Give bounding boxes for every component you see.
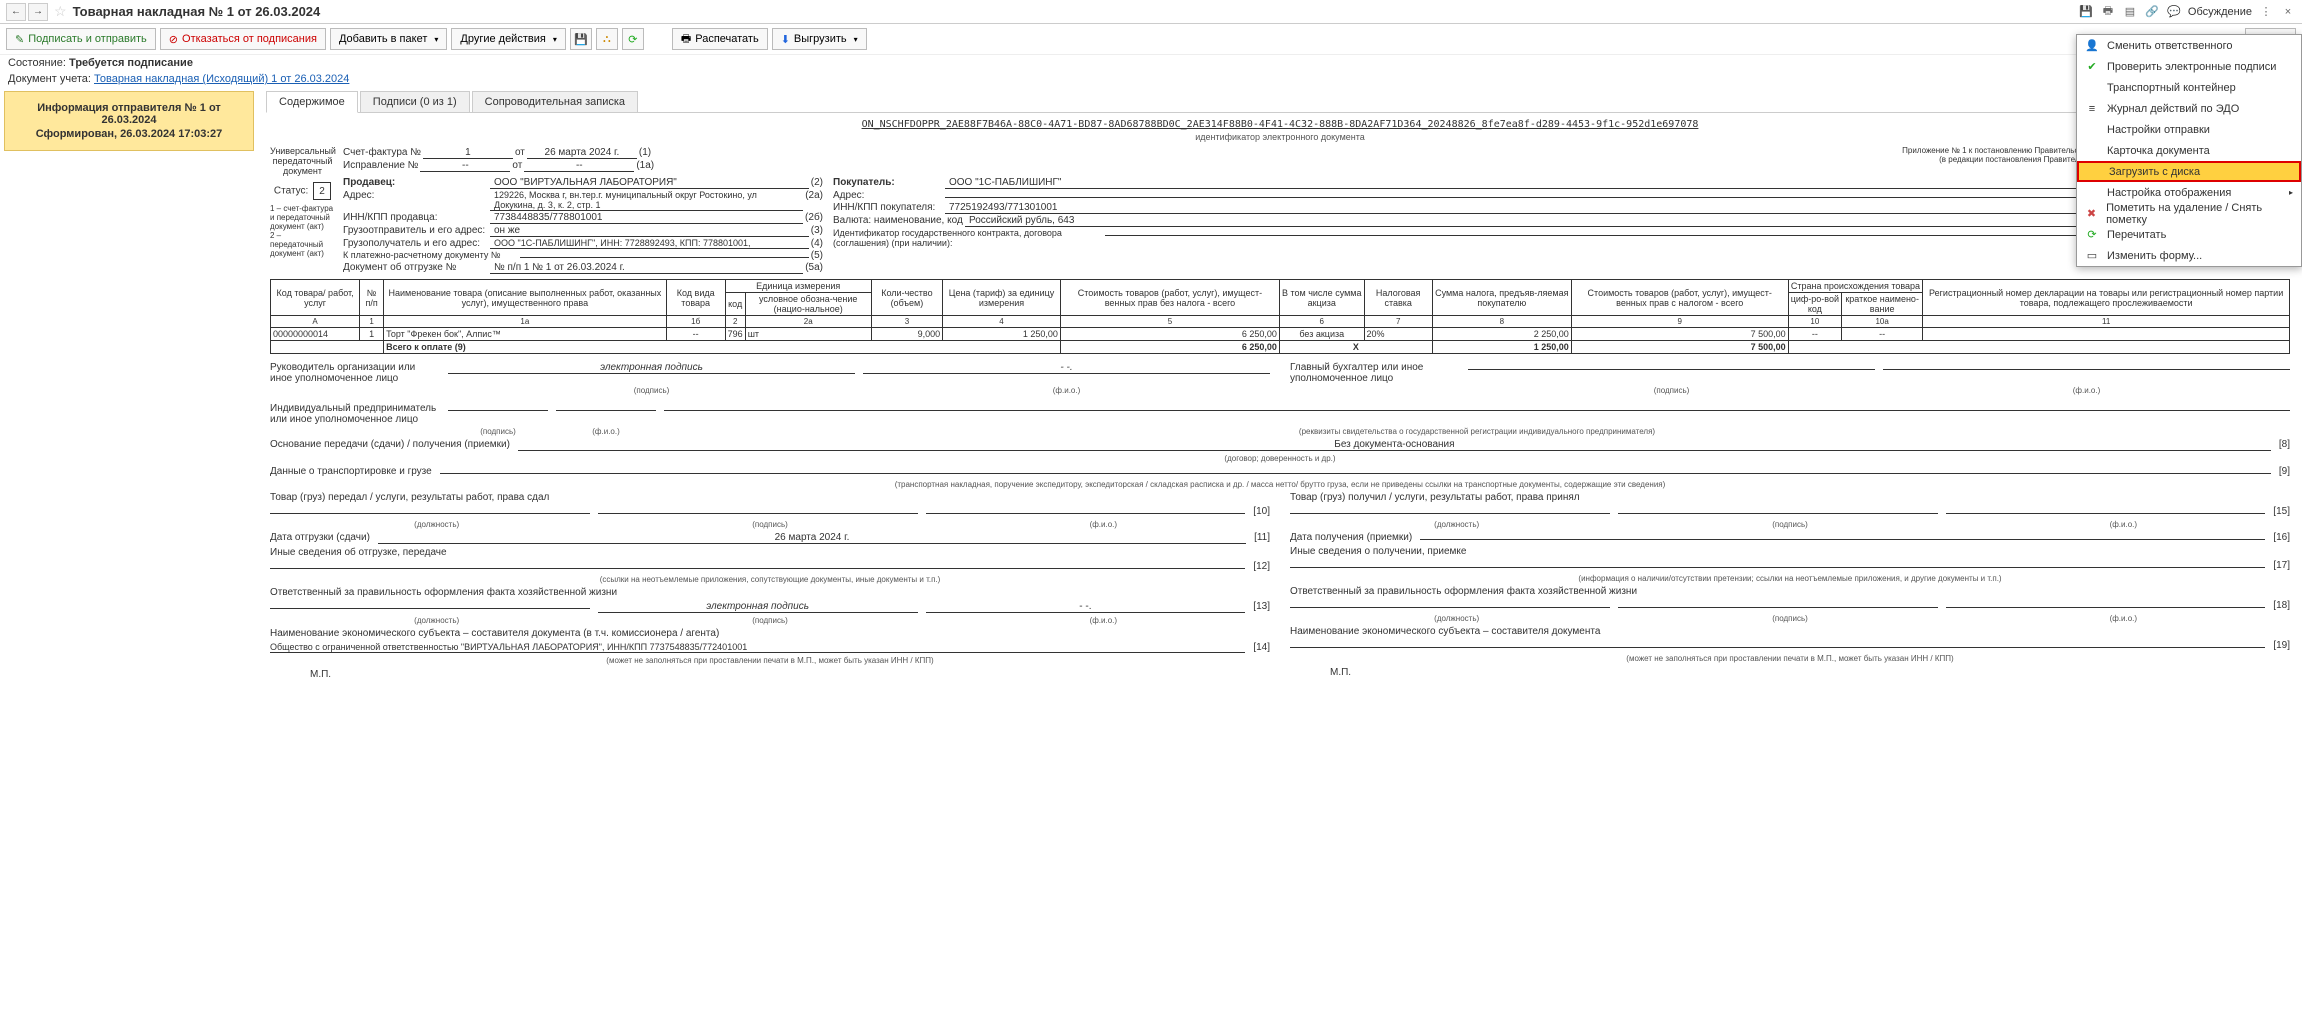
print-button[interactable]: 🖶Распечатать [672,28,768,50]
user-icon: 👤 [2085,39,2099,52]
hierarchy-icon[interactable]: ⛬ [596,28,618,50]
doc-id-caption: идентификатор электронного документа [266,132,2294,142]
discussion-icon[interactable]: 💬 [2166,4,2182,20]
refresh-icon[interactable]: ⟳ [622,28,644,50]
close-icon[interactable]: × [2280,4,2296,20]
export-button[interactable]: ⬇Выгрузить [772,28,867,50]
reject-icon: ⊘ [169,33,178,46]
chevron-right-icon: ▸ [2289,188,2293,197]
list-icon: ≡ [2085,103,2099,115]
printer-icon: 🖶 [681,30,691,49]
other-actions-button[interactable]: Другие действия [451,28,565,50]
favorite-star[interactable]: ☆ [54,3,67,20]
upd-type: Универсальный передаточный документ [270,146,335,176]
menu-transport-container[interactable]: Транспортный контейнер [2077,77,2301,98]
more-icon[interactable]: ⋮ [2258,4,2274,20]
upd-status-note: 1 – счет-фактура и передаточный документ… [270,204,335,258]
state-row: Состояние: Требуется подписание [0,55,2302,71]
menu-check-signatures[interactable]: ✔Проверить электронные подписи [2077,56,2301,77]
tab-note[interactable]: Сопроводительная записка [472,91,638,112]
sign-icon: ✎ [15,33,24,46]
export-icon: ⬇ [781,33,790,46]
menu-mark-delete[interactable]: ✖Пометить на удаление / Снять пометку [2077,203,2301,224]
save-icon[interactable]: 💾 [2078,4,2094,20]
menu-reread[interactable]: ⟳Перечитать [2077,224,2301,245]
refresh-menu-icon: ⟳ [2085,228,2099,241]
menu-send-settings[interactable]: Настройки отправки [2077,119,2301,140]
doc-account-link[interactable]: Товарная накладная (Исходящий) 1 от 26.0… [94,73,349,85]
menu-change-form[interactable]: ▭Изменить форму... [2077,245,2301,266]
status-box: 2 [313,182,331,200]
sign-send-button[interactable]: ✎Подписать и отправить [6,28,156,50]
nav-forward[interactable]: → [28,3,48,21]
menu-load-from-disk[interactable]: Загрузить с диска [2077,161,2301,182]
form-icon: ▭ [2085,249,2099,262]
doc-id: ON_NSCHFDOPPR_2AE88F7B46A-88C0-4A71-BD87… [266,117,2294,132]
check-icon: ✔ [2085,60,2099,73]
sender-info-panel: Информация отправителя № 1 от 26.03.2024… [4,91,254,151]
stamp-left: М.П. [310,669,1270,680]
nav-back[interactable]: ← [6,3,26,21]
tabs: Содержимое Подписи (0 из 1) Сопроводител… [266,91,2294,113]
tab-content[interactable]: Содержимое [266,91,358,113]
menu-doc-card[interactable]: Карточка документа [2077,140,2301,161]
report-icon[interactable]: ▤ [2122,4,2138,20]
tab-signatures[interactable]: Подписи (0 из 1) [360,91,470,112]
total-row: Всего к оплате (9) 6 250,00 X 1 250,00 7… [271,341,2290,354]
menu-display-settings[interactable]: Настройка отображения▸ [2077,182,2301,203]
menu-change-responsible[interactable]: 👤Сменить ответственного [2077,35,2301,56]
delete-icon: ✖ [2085,207,2098,220]
save-action-icon[interactable]: 💾 [570,28,592,50]
link-icon[interactable]: 🔗 [2144,4,2160,20]
stamp-right: М.П. [1330,667,2290,678]
window-title: Товарная накладная № 1 от 26.03.2024 [73,4,2076,19]
content-area: Содержимое Подписи (0 из 1) Сопроводител… [258,87,2302,688]
table-row: 00000000014 1 Торт "Фрекен бок", Алпис™ … [271,328,2290,341]
reject-button[interactable]: ⊘Отказаться от подписания [160,28,326,50]
add-packet-button[interactable]: Добавить в пакет [330,28,447,50]
menu-edo-journal[interactable]: ≡Журнал действий по ЭДО [2077,98,2301,119]
action-bar: ✎Подписать и отправить ⊘Отказаться от по… [0,24,2302,55]
title-bar: ← → ☆ Товарная накладная № 1 от 26.03.20… [0,0,2302,24]
goods-table: Код товара/ работ, услуг № п/п Наименова… [270,279,2290,354]
discussion-label[interactable]: Обсуждение [2188,6,2252,18]
appendix-note: Приложение № 1 к постановлению Правитель… [839,146,2290,173]
context-menu: 👤Сменить ответственного ✔Проверить элект… [2076,34,2302,267]
doc-link-row: Документ учета: Товарная накладная (Исхо… [0,71,2302,87]
print-icon[interactable]: 🖶 [2100,4,2116,20]
